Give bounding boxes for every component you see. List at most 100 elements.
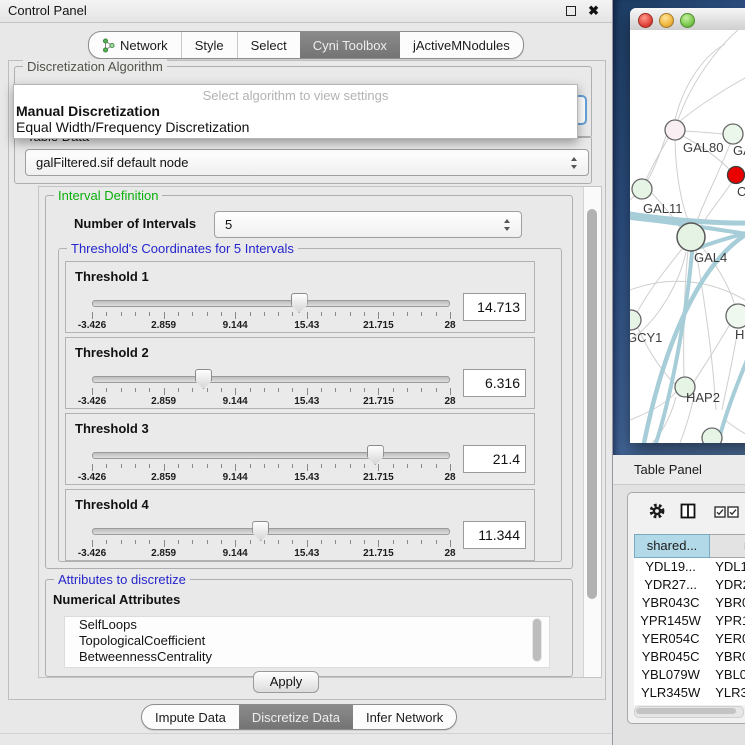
- tab-cyni-toolbox[interactable]: Cyni Toolbox: [300, 32, 400, 58]
- table-row[interactable]: YIL052CYIL0: [634, 702, 745, 705]
- threshold-value-field[interactable]: 14.713: [463, 293, 526, 321]
- column-header-name[interactable]: na: [710, 534, 745, 558]
- float-window-icon[interactable]: [566, 6, 576, 16]
- table-data-combobox[interactable]: galFiltered.sif default node: [25, 149, 589, 176]
- slider-thumb[interactable]: [367, 445, 384, 465]
- apply-button[interactable]: Apply: [253, 671, 319, 693]
- table-row[interactable]: YER054CYER0: [634, 630, 745, 648]
- table-row[interactable]: YBL079WYBL0: [634, 666, 745, 684]
- threshold-slider[interactable]: -3.4262.8599.14415.4321.71528: [92, 369, 450, 405]
- table-cell[interactable]: YDL19...: [634, 558, 707, 576]
- slider-track[interactable]: [92, 452, 450, 459]
- tab-select[interactable]: Select: [237, 32, 300, 58]
- table-cell[interactable]: YBL0: [707, 666, 745, 684]
- threshold-value-field[interactable]: 6.316: [463, 369, 526, 397]
- tab-impute-data[interactable]: Impute Data: [142, 705, 239, 729]
- checkbox-icon[interactable]: [727, 505, 739, 523]
- numerical-attributes-list[interactable]: SelfLoopsTopologicalCoefficientBetweenne…: [64, 616, 550, 668]
- slider-thumb[interactable]: [252, 521, 269, 541]
- table-cell[interactable]: YLR345W: [634, 684, 707, 702]
- table-cell[interactable]: YIL052C: [634, 702, 707, 705]
- table-cell[interactable]: YER0: [707, 630, 745, 648]
- table-cell[interactable]: YDL1: [707, 558, 745, 576]
- dropdown-option-manual[interactable]: Manual Discretization: [14, 103, 577, 119]
- tab-jactivemnodules[interactable]: jActiveMNodules: [400, 32, 523, 58]
- table-cell[interactable]: YBR0: [707, 648, 745, 666]
- slider-tick: [278, 464, 279, 468]
- table-cell[interactable]: YPR145W: [634, 612, 707, 630]
- scrollbar-thumb[interactable]: [636, 708, 736, 714]
- table-row[interactable]: YDR27...YDR2: [634, 576, 745, 594]
- slider-track[interactable]: [92, 300, 450, 307]
- slider-tick: [135, 464, 136, 468]
- settings-scrollbar[interactable]: [583, 187, 601, 677]
- minimize-traffic-light[interactable]: [659, 13, 674, 28]
- attributes-scrollbar[interactable]: [532, 618, 542, 662]
- slider-tick: [235, 388, 236, 395]
- table-cell[interactable]: YER054C: [634, 630, 707, 648]
- slider-tick: [264, 540, 265, 544]
- threshold-value-field[interactable]: 21.4: [463, 445, 526, 473]
- tab-discretize-data[interactable]: Discretize Data: [239, 705, 353, 729]
- slider-tick: [450, 540, 451, 547]
- table-cell[interactable]: YBR0: [707, 594, 745, 612]
- gear-icon[interactable]: [649, 503, 665, 524]
- dropdown-option-equal-width[interactable]: Equal Width/Frequency Discretization: [14, 119, 577, 135]
- table-cell[interactable]: YIL0: [707, 702, 745, 705]
- attribute-item[interactable]: SelfLoops: [65, 617, 549, 633]
- slider-tick: [149, 388, 150, 392]
- slider-track[interactable]: [92, 376, 450, 383]
- close-traffic-light[interactable]: [638, 13, 653, 28]
- table-cell[interactable]: YBR043C: [634, 594, 707, 612]
- slider-ticks: [92, 388, 450, 396]
- table-cell[interactable]: YLR3: [707, 684, 745, 702]
- slider-tick-label: -3.426: [78, 396, 106, 407]
- zoom-traffic-light[interactable]: [680, 13, 695, 28]
- slider-tick-label: 15.43: [294, 548, 319, 559]
- table-cell[interactable]: YBL079W: [634, 666, 707, 684]
- scrollbar-thumb[interactable]: [587, 209, 597, 599]
- slider-tick: [178, 540, 179, 544]
- slider-tick-label: 9.144: [223, 548, 248, 559]
- close-icon[interactable]: ✖: [588, 2, 599, 20]
- slider-tick-label: 2.859: [151, 548, 176, 559]
- threshold-slider[interactable]: -3.4262.8599.14415.4321.71528: [92, 293, 450, 329]
- columns-icon[interactable]: [680, 503, 696, 524]
- network-view[interactable]: GAL80 GA C GAL11 GAL4 GCY1 H HAP2: [630, 30, 745, 443]
- table-cell[interactable]: YDR27...: [634, 576, 707, 594]
- table-cell[interactable]: YBR045C: [634, 648, 707, 666]
- tab-style[interactable]: Style: [181, 32, 237, 58]
- table-cell[interactable]: YPR1: [707, 612, 745, 630]
- attribute-item[interactable]: BetweennessCentrality: [65, 649, 549, 665]
- slider-track[interactable]: [92, 528, 450, 535]
- slider-thumb[interactable]: [291, 293, 308, 313]
- number-of-intervals-combobox[interactable]: 5: [214, 211, 522, 238]
- slider-tick: [292, 540, 293, 544]
- column-header-shared[interactable]: shared...: [634, 534, 710, 558]
- slider-tick: [407, 464, 408, 468]
- slider-tick: [207, 540, 208, 544]
- table-cell[interactable]: YDR2: [707, 576, 745, 594]
- checkbox-icon[interactable]: [714, 505, 726, 523]
- threshold-slider[interactable]: -3.4262.8599.14415.4321.71528: [92, 521, 450, 557]
- threshold-slider[interactable]: -3.4262.8599.14415.4321.71528: [92, 445, 450, 481]
- slider-tick: [450, 312, 451, 319]
- tab-infer-network[interactable]: Infer Network: [353, 705, 456, 729]
- table-row[interactable]: YBR043CYBR0: [634, 594, 745, 612]
- table-hscrollbar[interactable]: [634, 706, 744, 718]
- slider-tick: [164, 388, 165, 395]
- attribute-item[interactable]: TopologicalCoefficient: [65, 633, 549, 649]
- table-row[interactable]: YPR145WYPR1: [634, 612, 745, 630]
- network-window[interactable]: GAL80 GA C GAL11 GAL4 GCY1 H HAP2: [630, 8, 745, 443]
- table-row[interactable]: YBR045CYBR0: [634, 648, 745, 666]
- slider-thumb[interactable]: [195, 369, 212, 389]
- slider-tick: [364, 312, 365, 316]
- table-row[interactable]: YDL19...YDL1: [634, 558, 745, 576]
- table-row[interactable]: YLR345WYLR3: [634, 684, 745, 702]
- slider-ticks: [92, 464, 450, 472]
- threshold-value-field[interactable]: 11.344: [463, 521, 526, 549]
- slider-tick-label: 15.43: [294, 396, 319, 407]
- tab-network[interactable]: Network: [89, 32, 181, 58]
- slider-tick: [407, 388, 408, 392]
- scrollbar-thumb[interactable]: [533, 619, 541, 661]
